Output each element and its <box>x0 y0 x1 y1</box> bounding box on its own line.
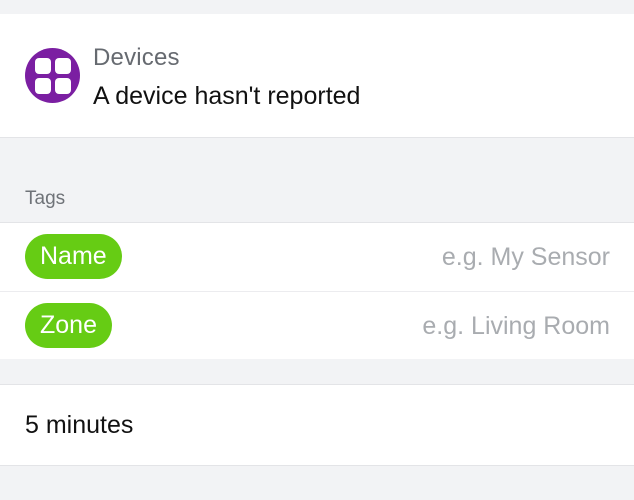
interval-row[interactable]: 5 minutes <box>0 384 634 466</box>
grid-apps-icon-svg <box>34 57 71 94</box>
tag-pill-name[interactable]: Name <box>25 234 122 279</box>
tag-pill-zone[interactable]: Zone <box>25 303 112 348</box>
flow-card-editor: Devices A device hasn't reported Tags Na… <box>0 0 634 500</box>
name-tag-input[interactable] <box>310 237 610 277</box>
top-spacer <box>0 0 634 15</box>
device-category-label: Devices <box>93 44 180 71</box>
tags-section-header: Tags <box>25 188 66 209</box>
grid-apps-icon <box>25 48 80 103</box>
tags-list: Name Zone <box>0 222 634 359</box>
zone-tag-input[interactable] <box>310 306 610 346</box>
device-trigger-card[interactable]: Devices A device hasn't reported <box>0 14 634 138</box>
tag-row-zone[interactable]: Zone <box>0 292 634 360</box>
tag-row-name[interactable]: Name <box>0 223 634 292</box>
trigger-title: A device hasn't reported <box>93 82 361 110</box>
interval-value: 5 minutes <box>25 411 134 439</box>
